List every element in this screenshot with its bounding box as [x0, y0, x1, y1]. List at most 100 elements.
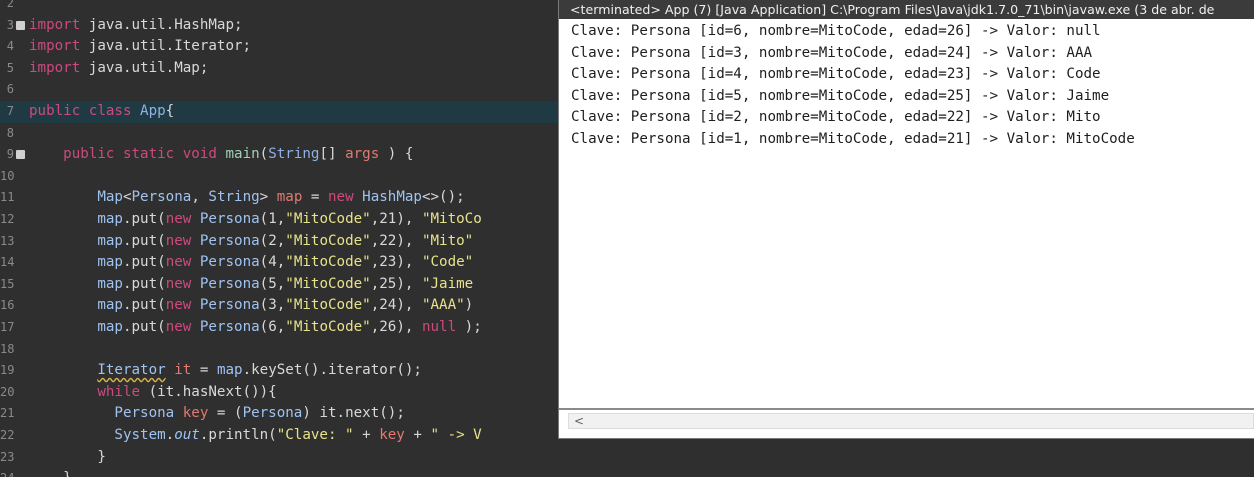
- line-number: 7: [6, 104, 14, 118]
- code-token: key: [182, 405, 209, 422]
- code-token: key: [379, 427, 405, 443]
- code-token: " -> V: [430, 427, 482, 443]
- line-number: 3: [6, 17, 14, 32]
- console-output-line: Clave: Persona [id=1, nombre=MitoCode, e…: [571, 131, 1135, 147]
- console-title-bar: <terminated> App (7) [Java Application] …: [559, 0, 1254, 19]
- console-output-line: Clave: Persona [id=3, nombre=MitoCode, e…: [571, 44, 1093, 61]
- code-token: =: [191, 362, 217, 379]
- code-token: args: [345, 146, 380, 163]
- code-token: map: [97, 232, 123, 249]
- code-token: map: [97, 297, 123, 314]
- code-token: null: [421, 319, 465, 335]
- code-token: .put(: [122, 297, 166, 314]
- code-token: import: [29, 16, 89, 33]
- code-token: +: [404, 427, 431, 443]
- code-token: "MitoCode": [285, 254, 371, 271]
- line-number: 23: [0, 449, 15, 464]
- line-number: 12: [0, 212, 15, 226]
- line-number: 8: [6, 125, 14, 140]
- code-token: Persona: [242, 405, 303, 422]
- line-number: 16: [0, 298, 15, 313]
- code-token: map: [97, 275, 123, 292]
- code-token: Map: [97, 189, 123, 206]
- code-token: "Code": [421, 254, 474, 271]
- line-number: 9: [6, 147, 14, 162]
- line-number: 19: [0, 363, 15, 378]
- console-output-line: Clave: Persona [id=4, nombre=MitoCode, e…: [571, 66, 1101, 83]
- line-number: 11: [0, 190, 15, 205]
- code-token: map: [97, 319, 123, 335]
- line-number: 10: [0, 168, 15, 183]
- code-token: .put(: [122, 232, 166, 249]
- code-token: Persona: [199, 275, 260, 292]
- code-token: public: [63, 146, 123, 163]
- code-text: public static void main(String[] args ) …: [29, 144, 413, 166]
- code-token: ,: [191, 189, 209, 206]
- code-token: "MitoCode": [285, 211, 371, 227]
- code-token: java.util.Map;: [88, 59, 209, 76]
- code-token: "Clave: ": [276, 427, 354, 443]
- line-number: 20: [0, 384, 15, 399]
- code-token: }: [29, 470, 72, 477]
- line-number: 2: [6, 0, 14, 10]
- fold-toggle-icon[interactable]: [16, 150, 25, 160]
- code-token: }: [29, 448, 106, 465]
- line-number: 5: [6, 60, 14, 75]
- line-number: 14: [0, 255, 15, 270]
- code-token: map: [216, 362, 243, 379]
- console-output-line: Clave: Persona [id=6, nombre=MitoCode, e…: [571, 23, 1101, 39]
- code-text: Persona key = (Persona) it.next();: [29, 403, 405, 425]
- code-text: map.put(new Persona(4,"MitoCode",23), "C…: [29, 252, 473, 274]
- console-output-area[interactable]: Clave: Persona [id=6, nombre=MitoCode, e…: [559, 20, 1254, 408]
- console-output-line: Clave: Persona [id=5, nombre=MitoCode, e…: [571, 87, 1110, 104]
- code-token: void: [182, 146, 226, 163]
- code-token: "MitoCode": [285, 319, 371, 335]
- code-token: String: [268, 146, 320, 163]
- code-token: it: [174, 362, 192, 379]
- code-token: (6,: [259, 319, 286, 335]
- code-token: = (: [208, 405, 243, 422]
- code-token: Persona: [199, 254, 260, 271]
- scroll-left-arrow-icon[interactable]: <: [574, 414, 584, 429]
- fold-toggle-icon[interactable]: [16, 20, 25, 30]
- code-token: ) it.next();: [302, 405, 405, 422]
- line-number: 17: [0, 320, 15, 334]
- code-line[interactable]: 24 }: [0, 468, 1254, 477]
- code-text: import java.util.HashMap;: [29, 15, 243, 37]
- code-text: map.put(new Persona(3,"MitoCode",24), "A…: [29, 295, 473, 317]
- code-token: Iterator: [97, 362, 166, 379]
- code-token: new: [165, 275, 200, 292]
- code-token: Persona: [199, 297, 260, 314]
- code-token: (3,: [259, 297, 286, 314]
- code-token: class: [88, 103, 141, 119]
- code-token: .keySet().iterator();: [242, 362, 422, 379]
- code-token: HashMap: [362, 189, 422, 206]
- code-token: import: [29, 59, 89, 76]
- code-token: <>();: [421, 189, 465, 206]
- code-token: ) {: [379, 146, 414, 163]
- code-token: =: [302, 189, 328, 206]
- code-text: map.put(new Persona(6,"MitoCode",26), nu…: [29, 317, 481, 339]
- code-token: java.util.Iterator;: [88, 38, 252, 55]
- code-token: public: [29, 103, 89, 119]
- console-horizontal-scrollbar[interactable]: <: [568, 413, 1254, 429]
- code-token: ,21),: [370, 211, 422, 227]
- code-text: }: [29, 447, 106, 469]
- code-token: .: [165, 427, 175, 443]
- code-token: Persona: [199, 211, 260, 227]
- code-token: static: [122, 146, 183, 163]
- code-token: Persona: [199, 232, 260, 249]
- code-text: System.out.println("Clave: " + key + " -…: [29, 425, 482, 447]
- code-text: map.put(new Persona(2,"MitoCode",22), "M…: [29, 231, 473, 253]
- code-token: .put(: [122, 275, 166, 292]
- code-token: ,22),: [370, 232, 422, 249]
- code-line[interactable]: 23 }: [0, 447, 1254, 469]
- code-token: (it.hasNext()){: [148, 383, 277, 400]
- line-number: 22: [0, 428, 15, 442]
